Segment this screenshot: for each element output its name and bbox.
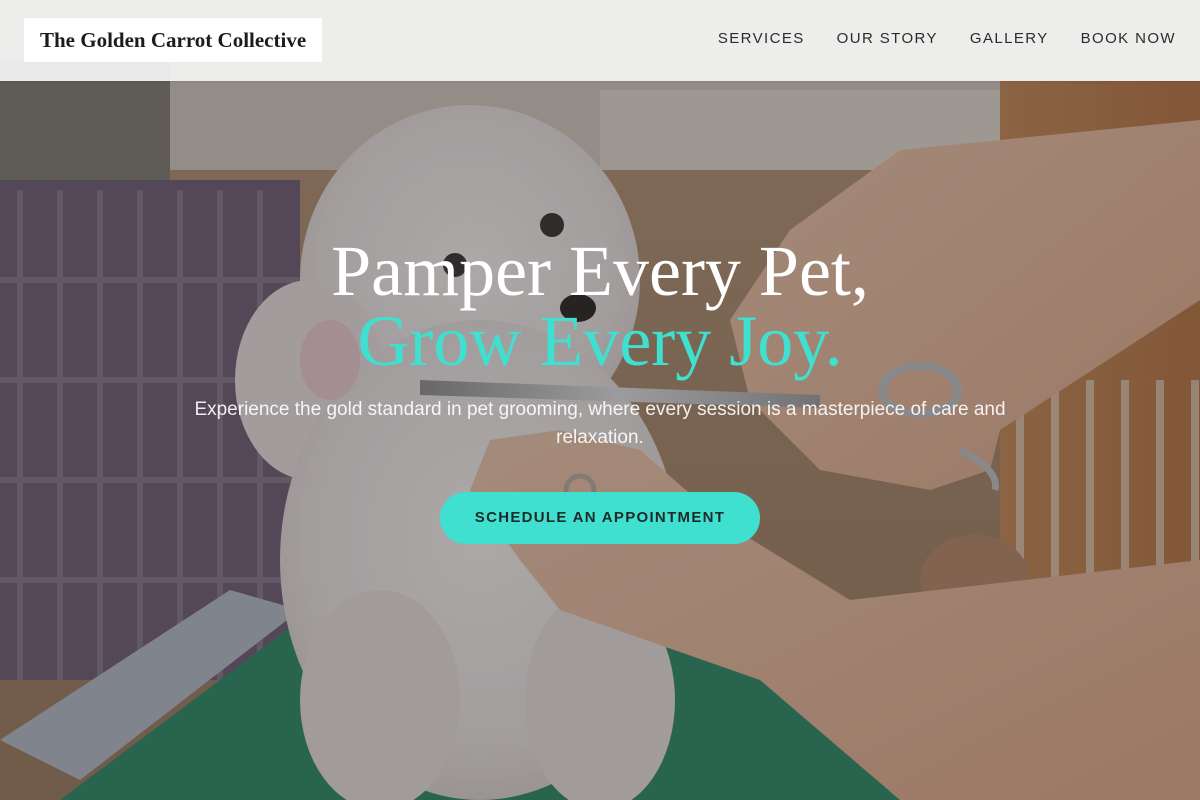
hero-subtitle: Experience the gold standard in pet groo… bbox=[194, 399, 1006, 448]
nav-book-now[interactable]: BOOK NOW bbox=[1081, 29, 1176, 49]
nav-our-story[interactable]: OUR STORY bbox=[837, 29, 938, 49]
main-nav: SERVICES OUR STORY GALLERY BOOK NOW bbox=[718, 29, 1176, 49]
hero-content: Pamper Every Pet, Grow Every Joy. Experi… bbox=[0, 231, 1200, 544]
site-header: The Golden Carrot Collective SERVICES OU… bbox=[0, 0, 1200, 81]
headline-line-1: Pamper Every Pet, bbox=[331, 231, 869, 311]
hero-section: The Golden Carrot Collective SERVICES OU… bbox=[0, 0, 1200, 800]
nav-services[interactable]: SERVICES bbox=[718, 29, 805, 49]
hero-headline: Pamper Every Pet, Grow Every Joy. bbox=[0, 231, 1200, 381]
site-logo[interactable]: The Golden Carrot Collective bbox=[24, 18, 323, 62]
schedule-appointment-button[interactable]: SCHEDULE AN APPOINTMENT bbox=[440, 492, 760, 544]
nav-gallery[interactable]: GALLERY bbox=[970, 29, 1049, 49]
headline-line-2: Grow Every Joy. bbox=[357, 301, 843, 381]
